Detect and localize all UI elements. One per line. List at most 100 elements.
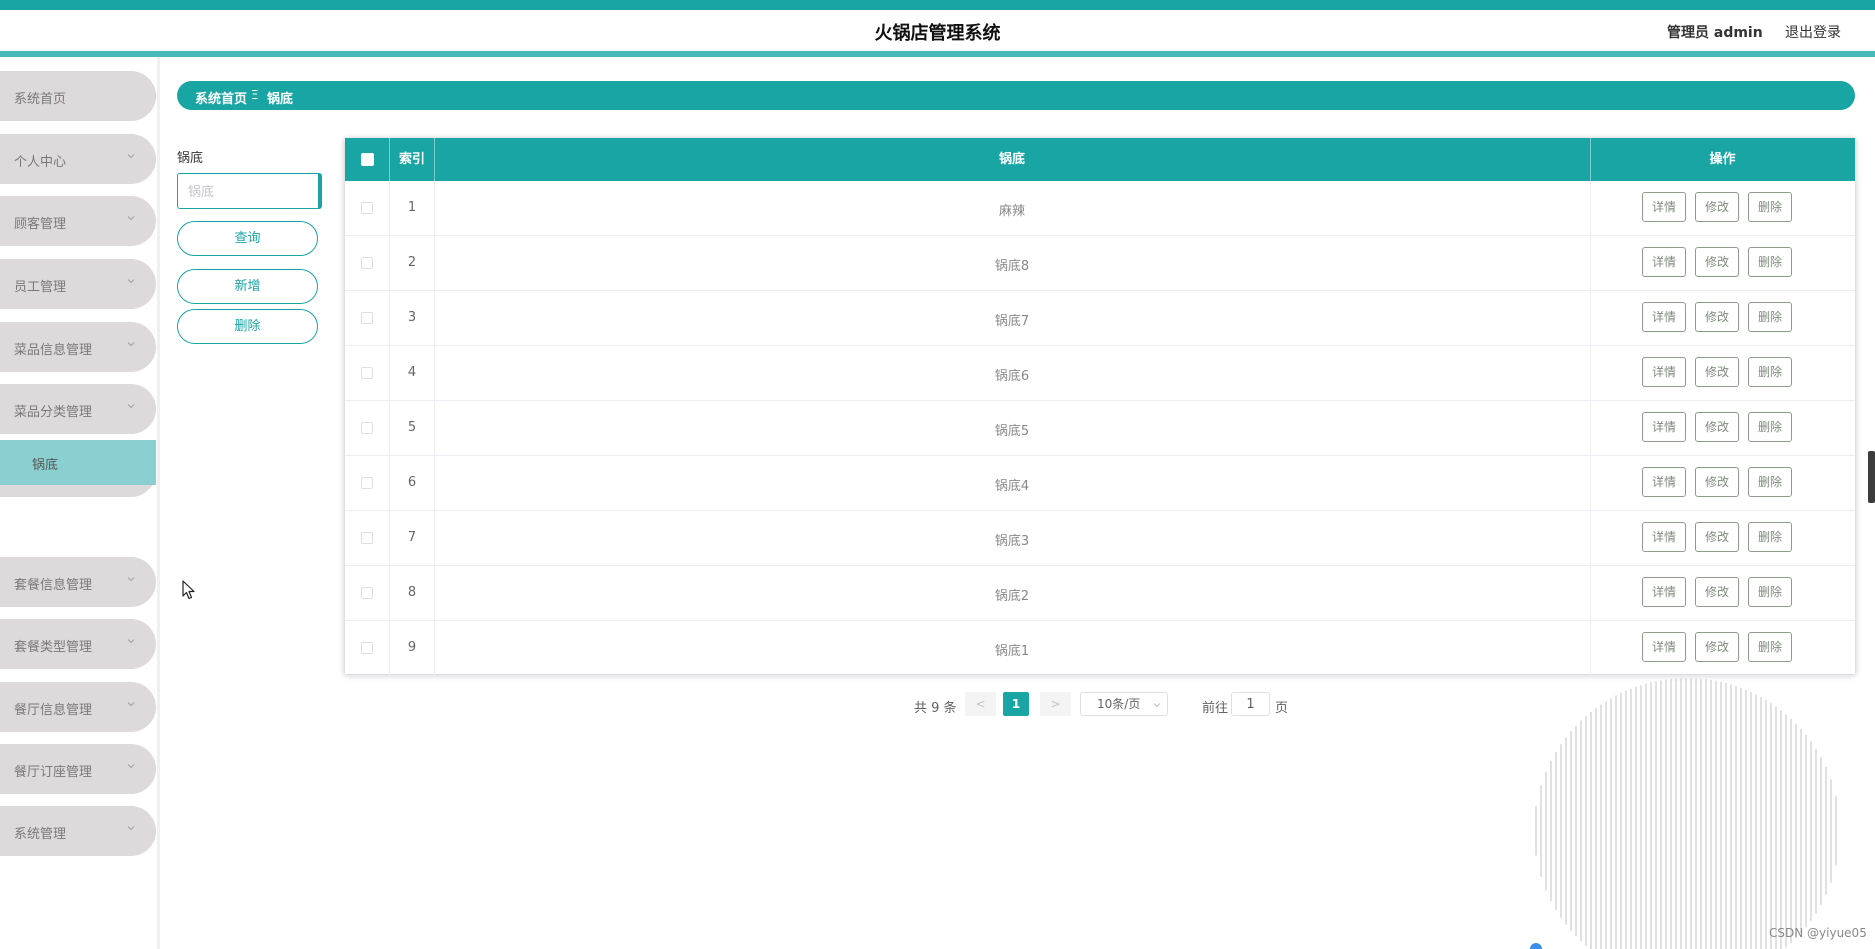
chevron-down-icon [127, 577, 135, 582]
cell-index: 8 [407, 585, 417, 600]
page-size-select[interactable]: 10条/页 [1080, 692, 1168, 716]
detail-button[interactable]: 详情 [1642, 247, 1686, 277]
edit-button[interactable]: 修改 [1695, 302, 1739, 332]
column-header-name: 锅底 [998, 152, 1025, 167]
chevron-down-icon [127, 154, 135, 159]
cell-hotpot-base-name: 锅底4 [994, 479, 1030, 494]
edit-button[interactable]: 修改 [1695, 192, 1739, 222]
chevron-down-icon [127, 826, 135, 831]
row-checkbox[interactable] [361, 367, 373, 379]
logout-link[interactable]: 退出登录 [1785, 22, 1841, 42]
sidebar-submenu-item-hotpot-base[interactable]: 锅底 [0, 440, 156, 485]
cell-index: 6 [407, 475, 417, 490]
detail-button[interactable]: 详情 [1642, 412, 1686, 442]
table-row: 9 锅底1 详情 修改 删除 [345, 621, 1855, 676]
row-checkbox[interactable] [361, 642, 373, 654]
sidebar-item[interactable]: 个人中心 [0, 134, 156, 184]
delete-button[interactable]: 删除 [1748, 357, 1792, 387]
edit-button[interactable]: 修改 [1695, 247, 1739, 277]
delete-button[interactable]: 删除 [1748, 522, 1792, 552]
chevron-down-icon [127, 764, 135, 769]
chevron-down-icon [127, 216, 135, 221]
breadcrumb-current: 锅底 [267, 92, 294, 107]
delete-button[interactable]: 删除 [1748, 412, 1792, 442]
sidebar-item[interactable]: 套餐信息管理 [0, 557, 156, 607]
delete-button[interactable]: 删除 [1748, 247, 1792, 277]
cell-hotpot-base-name: 锅底3 [994, 534, 1030, 549]
detail-button[interactable]: 详情 [1642, 467, 1686, 497]
select-all-checkbox[interactable] [361, 153, 374, 166]
cell-hotpot-base-name: 锅底1 [994, 644, 1030, 659]
pagination-page-button[interactable]: 1 [1003, 692, 1029, 716]
goto-label: 前往 [1202, 701, 1229, 716]
striped-circle-decoration [1535, 678, 1837, 949]
search-input[interactable] [177, 173, 322, 209]
column-divider [1590, 401, 1591, 455]
query-button[interactable]: 查询 [177, 221, 318, 256]
detail-button[interactable]: 详情 [1642, 522, 1686, 552]
delete-button[interactable]: 删除 [1748, 192, 1792, 222]
delete-button[interactable]: 删除 [1748, 467, 1792, 497]
row-checkbox[interactable] [361, 477, 373, 489]
column-divider [1590, 566, 1591, 620]
cell-index: 1 [407, 200, 417, 215]
edit-button[interactable]: 修改 [1695, 467, 1739, 497]
pagination-next-button[interactable]: > [1040, 692, 1071, 716]
detail-button[interactable]: 详情 [1642, 357, 1686, 387]
submenu-label: 锅底 [32, 458, 59, 473]
table-header: 索引 锅底 操作 [345, 138, 1855, 181]
column-divider [1590, 346, 1591, 400]
breadcrumb-home-link[interactable]: 系统首页 [195, 88, 247, 107]
header-top-stripe [0, 0, 1875, 10]
table-row: 2 锅底8 详情 修改 删除 [345, 236, 1855, 291]
detail-button[interactable]: 详情 [1642, 302, 1686, 332]
pagination-total: 共 9 条 [914, 701, 957, 716]
sidebar-item-label: 套餐类型管理 [14, 640, 93, 655]
column-divider [1590, 621, 1591, 675]
row-checkbox[interactable] [361, 587, 373, 599]
detail-button[interactable]: 详情 [1642, 192, 1686, 222]
delete-button[interactable]: 删除 [1748, 632, 1792, 662]
column-header-index: 索引 [398, 152, 425, 167]
row-checkbox[interactable] [361, 422, 373, 434]
floating-dot-icon [1530, 943, 1542, 949]
row-checkbox[interactable] [361, 532, 373, 544]
row-checkbox[interactable] [361, 202, 373, 214]
admin-label: 管理员 admin [1667, 25, 1763, 41]
sidebar-item[interactable]: 菜品信息管理 [0, 322, 156, 372]
mouse-cursor-icon [182, 580, 195, 600]
sidebar-item[interactable]: 餐厅订座管理 [0, 744, 156, 794]
sidebar-item[interactable]: 员工管理 [0, 259, 156, 309]
edit-button[interactable]: 修改 [1695, 632, 1739, 662]
goto-page-input[interactable] [1231, 692, 1270, 716]
sidebar-item[interactable]: 系统管理 [0, 806, 156, 856]
chevron-down-icon [127, 279, 135, 284]
sidebar-item[interactable]: 顾客管理 [0, 196, 156, 246]
scrollbar-thumb[interactable] [1868, 451, 1875, 503]
detail-button[interactable]: 详情 [1642, 632, 1686, 662]
breadcrumb-separator-icon: Ξ [251, 88, 259, 102]
table-row: 7 锅底3 详情 修改 删除 [345, 511, 1855, 566]
sidebar-item[interactable]: 系统首页 [0, 71, 156, 121]
pagination-prev-button[interactable]: < [965, 692, 996, 716]
sidebar-item[interactable]: 餐厅信息管理 [0, 682, 156, 732]
cell-index: 9 [407, 640, 417, 655]
sidebar-item[interactable]: 套餐类型管理 [0, 619, 156, 669]
chevron-down-icon [127, 404, 135, 409]
chevron-down-icon [127, 342, 135, 347]
edit-button[interactable]: 修改 [1695, 412, 1739, 442]
column-divider [1590, 511, 1591, 565]
delete-button[interactable]: 删除 [1748, 577, 1792, 607]
sidebar-item[interactable]: 菜品分类管理 [0, 384, 156, 434]
edit-button[interactable]: 修改 [1695, 577, 1739, 607]
edit-button[interactable]: 修改 [1695, 522, 1739, 552]
batch-delete-button[interactable]: 删除 [177, 309, 318, 344]
row-checkbox[interactable] [361, 257, 373, 269]
row-checkbox[interactable] [361, 312, 373, 324]
sidebar-item-label: 菜品信息管理 [14, 343, 93, 358]
detail-button[interactable]: 详情 [1642, 577, 1686, 607]
add-button[interactable]: 新增 [177, 269, 318, 304]
edit-button[interactable]: 修改 [1695, 357, 1739, 387]
sidebar-item-label: 餐厅订座管理 [14, 765, 93, 780]
delete-button[interactable]: 删除 [1748, 302, 1792, 332]
